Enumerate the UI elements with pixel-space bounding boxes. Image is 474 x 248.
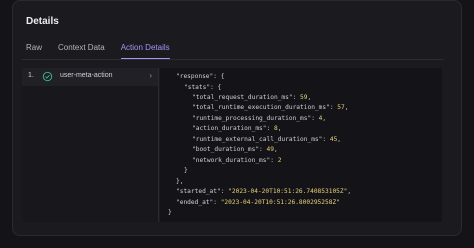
code-line: "network_duration_ms": 2 bbox=[192, 157, 282, 164]
code-line: "runtime_external_call_duration_ms": 45, bbox=[192, 136, 342, 143]
tab-bar: Raw Context Data Action Details bbox=[26, 43, 186, 59]
code-line: "stats": { bbox=[184, 84, 222, 91]
code-line: } bbox=[184, 167, 188, 174]
tab-raw[interactable]: Raw bbox=[26, 43, 42, 59]
check-circle-icon bbox=[42, 71, 53, 82]
code-line: "runtime_processing_duration_ms": 4, bbox=[192, 115, 327, 122]
code-line: "total_runtime_execution_duration_ms": 5… bbox=[192, 104, 349, 111]
chevron-right-icon: › bbox=[149, 71, 152, 80]
code-line: } bbox=[168, 209, 172, 216]
code-line: "action_duration_ms": 8, bbox=[192, 125, 282, 132]
code-line: "response": { bbox=[176, 73, 225, 80]
code-line: "ended_at": "2023-04-20T10:51:26.8002952… bbox=[176, 199, 340, 206]
action-list-item[interactable]: 1. user-meta-action › bbox=[22, 68, 158, 86]
code-line: "started_at": "2023-04-20T10:51:26.74085… bbox=[176, 188, 352, 195]
code-line: "boot_duration_ms": 49, bbox=[192, 146, 278, 153]
page-title: Details bbox=[26, 16, 59, 27]
action-label: user-meta-action bbox=[60, 72, 113, 79]
action-list: 1. user-meta-action › bbox=[22, 68, 159, 222]
tabs-divider bbox=[22, 59, 444, 60]
tab-action-details[interactable]: Action Details bbox=[120, 43, 170, 59]
action-json-viewer: "response": { "stats": { "total_request_… bbox=[160, 68, 442, 222]
action-index: 1. bbox=[28, 72, 34, 79]
tab-context-data[interactable]: Context Data bbox=[58, 43, 105, 59]
code-line: }, bbox=[176, 178, 184, 185]
code-line: "total_request_duration_ms": 59, bbox=[192, 94, 312, 101]
